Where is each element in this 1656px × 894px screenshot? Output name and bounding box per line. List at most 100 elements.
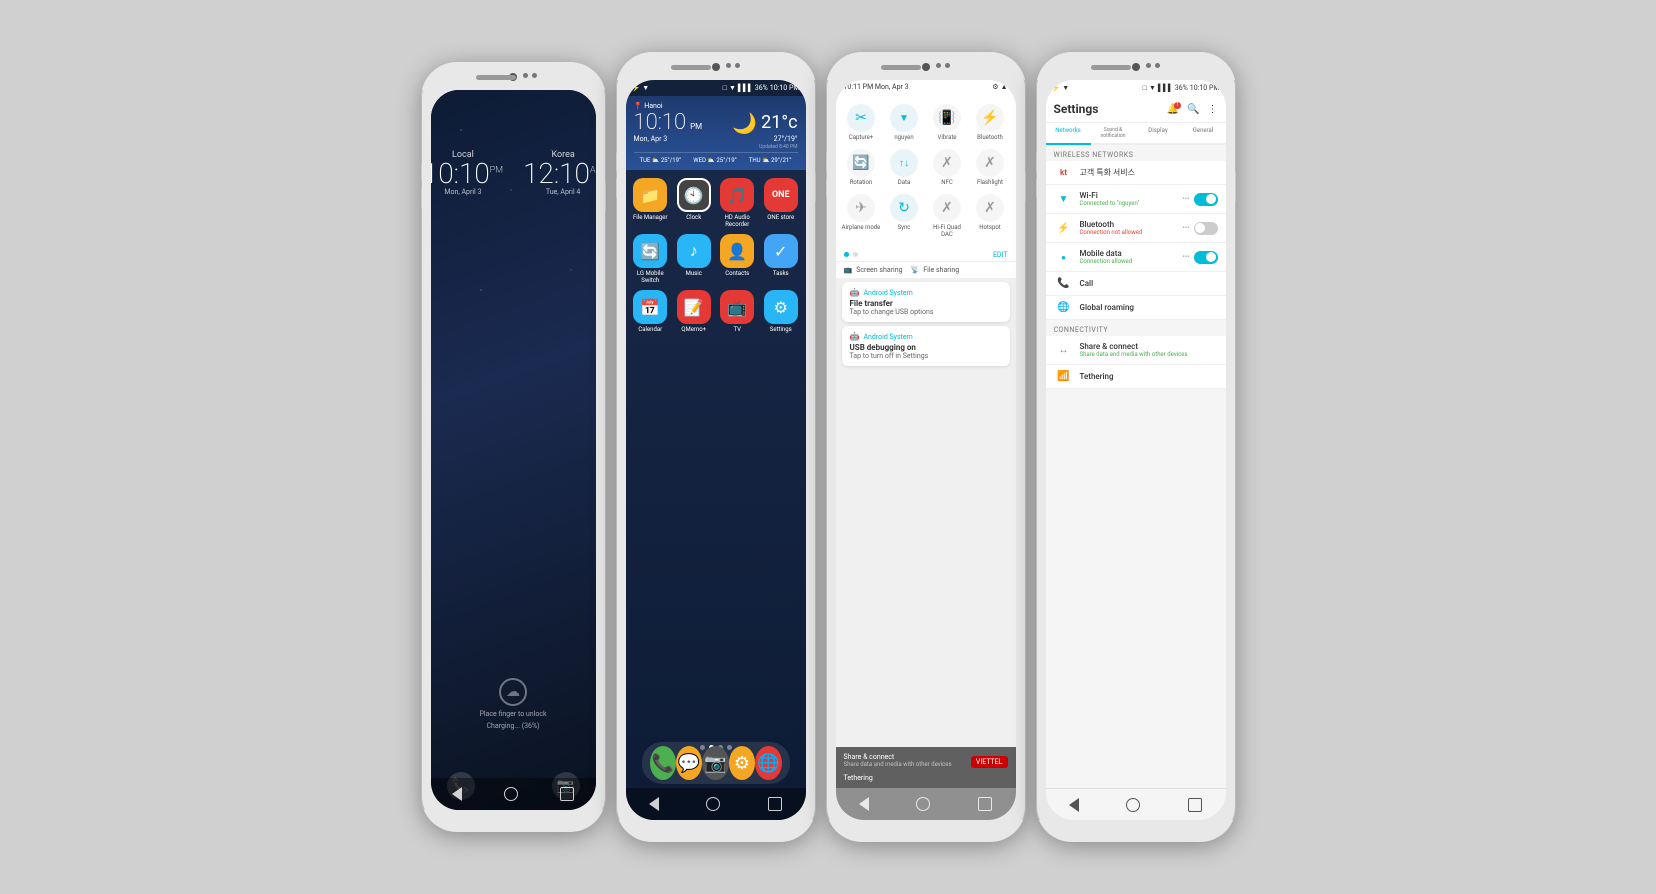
vol-down-button-4[interactable] (1036, 178, 1037, 198)
back-button-1[interactable] (452, 787, 462, 801)
home-button-2[interactable] (706, 797, 720, 811)
search-icon-settings[interactable]: 🔍 (1187, 104, 1199, 115)
app-clock[interactable]: 🕙 Clock (675, 178, 713, 228)
wifi-more-icon[interactable]: ••• (1182, 195, 1189, 203)
qt-capture[interactable]: ✂ Capture+ (840, 100, 883, 145)
power-button[interactable] (605, 182, 606, 212)
app-qmemo[interactable]: 📝 QMemo+ (675, 290, 713, 333)
settings-item-call[interactable]: 📞 Call (1046, 272, 1226, 296)
wifi-toggle[interactable] (1194, 193, 1218, 206)
vol-down-button[interactable] (421, 188, 422, 208)
status-bar-3: 10:11 PM Mon, Apr 3 ⚙ ▲ (836, 80, 1016, 94)
recents-button-4[interactable] (1188, 798, 1202, 812)
app-contacts[interactable]: 👤 Contacts (719, 234, 757, 284)
settings-item-tethering[interactable]: 📶 Tethering (1046, 365, 1226, 389)
tab-display[interactable]: Display (1136, 123, 1181, 145)
home-button-1[interactable] (504, 787, 518, 801)
power-button-3[interactable] (1025, 172, 1026, 202)
mobile-data-toggle[interactable] (1194, 251, 1218, 264)
back-button-4[interactable] (1069, 798, 1079, 812)
notif-usb-debug[interactable]: 🤖 Android System USB debugging on Tap to… (842, 326, 1010, 366)
dock-themes[interactable]: ⚙ (729, 746, 755, 780)
phone-3: 10:11 PM Mon, Apr 3 ⚙ ▲ ✂ Capture+ (826, 52, 1026, 842)
settings-item-share[interactable]: ↔ Share & connect Share data and media w… (1046, 336, 1226, 365)
settings-page-title: Settings (1054, 102, 1099, 116)
qt-hifi[interactable]: ✗ Hi-Fi Quad DAC (926, 190, 969, 242)
qa-screen-sharing[interactable]: 📺 Screen sharing (844, 266, 903, 274)
app-lg-switch[interactable]: 🔄 LG Mobile Switch (632, 234, 670, 284)
settings-item-roaming[interactable]: 🌐 Global roaming (1046, 296, 1226, 320)
bt-more-icon[interactable]: ••• (1182, 224, 1189, 232)
tethering-item[interactable]: Tethering (844, 774, 1008, 782)
recents-button-3[interactable] (978, 797, 992, 811)
qt-flashlight[interactable]: ✗ Flashlight (969, 145, 1012, 190)
wireless-section-label: WIRELESS NETWORKS (1046, 145, 1226, 161)
dock-chrome[interactable]: 🌐 (755, 746, 781, 780)
call-title: Call (1080, 279, 1218, 288)
recents-button-1[interactable] (560, 787, 574, 801)
app-settings[interactable]: ⚙ Settings (762, 290, 800, 333)
back-button-2[interactable] (649, 797, 659, 811)
app-calendar[interactable]: 📅 Calendar (632, 290, 670, 333)
vol-down-button-2[interactable] (616, 178, 617, 198)
vol-up-button-2[interactable] (616, 152, 617, 172)
qt-airplane[interactable]: ✈ Airplane mode (840, 190, 883, 242)
lock-tz-korea: Korea 12:10AM Tue, April 4 (523, 150, 596, 196)
app-music[interactable]: ♪ Music (675, 234, 713, 284)
expand-icon[interactable]: ▲ (1001, 83, 1008, 91)
qa-file-sharing[interactable]: 📡 File sharing (911, 266, 960, 274)
back-button-3[interactable] (859, 797, 869, 811)
app-hd-audio[interactable]: 🎵 HD Audio Recorder (719, 178, 757, 228)
qt-nfc[interactable]: ✗ NFC (926, 145, 969, 190)
vol-down-button-3[interactable] (826, 178, 827, 198)
data-more-icon[interactable]: ••• (1182, 253, 1189, 261)
dock-phone[interactable]: 📞 (650, 746, 676, 780)
app-file-manager[interactable]: 📁 File Manager (632, 178, 670, 228)
home-button-3[interactable] (916, 797, 930, 811)
qt-rotation[interactable]: 🔄 Rotation (840, 145, 883, 190)
qt-vibrate[interactable]: 📳 Vibrate (926, 100, 969, 145)
nav-bar-2 (626, 788, 806, 820)
qt-label-capture: Capture+ (849, 134, 873, 141)
app-one-store[interactable]: ONE ONE store (762, 178, 800, 228)
settings-item-kt[interactable]: kt 고객 특화 서비스 (1046, 161, 1226, 185)
power-button-4[interactable] (1235, 172, 1236, 202)
app-tasks[interactable]: ✓ Tasks (762, 234, 800, 284)
qt-bluetooth[interactable]: ⚡ Bluetooth (969, 100, 1012, 145)
settings-item-mobile-data[interactable]: ● Mobile data Connection allowed ••• (1046, 243, 1226, 272)
settings-item-bluetooth[interactable]: ⚡ Bluetooth Connection not allowed ••• (1046, 214, 1226, 243)
bluetooth-toggle[interactable] (1194, 222, 1218, 235)
vol-up-button-3[interactable] (826, 152, 827, 172)
fingerprint-section: ☁ Place finger to unlock Charging... (36… (479, 678, 546, 730)
weather-widget[interactable]: 📍 Hanoi 10:10 PM 🌙 21°c (626, 96, 806, 170)
home-button-4[interactable] (1126, 798, 1140, 812)
qt-data[interactable]: ↑↓ Data (883, 145, 926, 190)
sensors-3 (936, 63, 950, 68)
dock-messages[interactable]: 💬 (676, 746, 702, 780)
qt-hotspot[interactable]: ✗ Hotspot (969, 190, 1012, 242)
edit-button[interactable]: EDIT (993, 251, 1008, 259)
vol-up-button[interactable] (421, 162, 422, 182)
settings-item-wifi[interactable]: ▼ Wi-Fi Connected to "nguyen" ••• (1046, 185, 1226, 214)
weather-location: 📍 Hanoi (634, 102, 798, 110)
bell-icon[interactable]: 🔔 1 (1167, 104, 1179, 115)
lock-screen: □ ▼ ▌▌▌ 36% Local 10:10PM Mon, April (431, 90, 596, 810)
weather-temp: 21°c (761, 112, 797, 133)
wifi-toggle-thumb (1206, 194, 1216, 204)
settings-gear-icon[interactable]: ⚙ (992, 83, 998, 91)
top-bezel-4 (1036, 52, 1236, 80)
tab-general[interactable]: General (1181, 123, 1226, 145)
more-icon-settings[interactable]: ⋮ (1208, 104, 1218, 115)
qt-nguyen[interactable]: ▼ nguyen (883, 100, 926, 145)
vol-up-button-4[interactable] (1036, 152, 1037, 172)
app-tv[interactable]: 📺 TV (719, 290, 757, 333)
tab-networks[interactable]: Networks (1046, 123, 1091, 145)
recents-button-2[interactable] (768, 797, 782, 811)
qt-sync[interactable]: ↻ Sync (883, 190, 926, 242)
mobile-data-text: Mobile data Connection allowed (1080, 249, 1183, 265)
dock-camera[interactable]: 📷 (702, 746, 728, 780)
tab-sound[interactable]: Sound & notification (1091, 123, 1136, 145)
power-button-2[interactable] (815, 172, 816, 202)
notif-file-transfer[interactable]: 🤖 Android System File transfer Tap to ch… (842, 282, 1010, 322)
fingerprint-icon[interactable]: ☁ (499, 678, 527, 706)
